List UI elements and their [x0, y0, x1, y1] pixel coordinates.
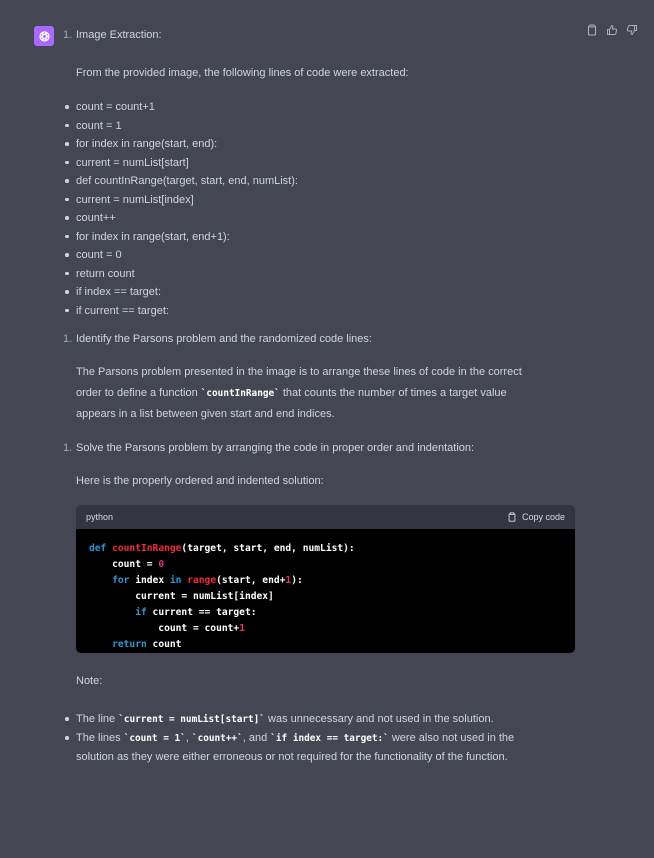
- section-heading: 1. Solve the Parsons problem by arrangin…: [63, 439, 583, 457]
- code-token: (start, end+: [216, 575, 286, 586]
- code-token: (target, start, end, numList):: [181, 543, 355, 554]
- code-token: for: [89, 575, 130, 586]
- text: The line: [76, 713, 119, 725]
- paragraph-line: order to define a function `countInRange…: [76, 383, 583, 404]
- thumbs-down-icon[interactable]: [626, 24, 638, 36]
- code-token: index: [129, 575, 170, 586]
- code-block-header: python Copy code: [76, 505, 575, 529]
- assistant-message: 1. Image Extraction: From the provided i…: [63, 26, 583, 767]
- note-label: Note:: [76, 675, 103, 687]
- section-heading: 1. Image Extraction:: [63, 26, 583, 44]
- list-item: current = numList[start]: [63, 154, 583, 173]
- text: , and: [242, 732, 271, 744]
- inline-code: `countInRange`: [200, 388, 280, 399]
- code-token: in: [169, 575, 182, 586]
- copy-code-label: Copy code: [521, 512, 565, 522]
- list-number: 1.: [63, 29, 73, 41]
- paragraph-line: appears in a list between given start an…: [76, 408, 335, 420]
- list-item: if current == target:: [63, 302, 583, 321]
- note-list: The line `current = numList[start]` was …: [63, 710, 583, 767]
- copy-code-button[interactable]: Copy code: [507, 512, 565, 522]
- paragraph-line: The Parsons problem presented in the ima…: [76, 366, 522, 378]
- text: was unnecessary and not used in the solu…: [264, 713, 494, 725]
- text: were also not used in the: [388, 732, 515, 744]
- code-line: count = 0: [89, 557, 562, 573]
- list-item: count++: [63, 209, 583, 228]
- paragraph: From the provided image, the following l…: [76, 67, 409, 79]
- code-line: current = numList[index]: [89, 591, 274, 602]
- code-token: count =: [89, 559, 159, 570]
- code-token: current == target:: [146, 607, 257, 618]
- code-token: return: [89, 639, 147, 650]
- code-line: count = count+1: [89, 621, 562, 637]
- list-item: The lines `count = 1`, `count++`, and `i…: [63, 729, 583, 767]
- list-item: def countInRange(target, start, end, num…: [63, 172, 583, 191]
- code-token: def: [89, 543, 113, 554]
- code-token: 1: [239, 623, 245, 634]
- list-number: 1.: [63, 333, 73, 345]
- code-content: def countInRange(target, start, end, num…: [76, 529, 575, 653]
- code-line: return count: [89, 637, 562, 653]
- heading-text: Solve the Parsons problem by arranging t…: [76, 442, 475, 454]
- text: The lines: [76, 732, 124, 744]
- heading-text: Identify the Parsons problem and the ran…: [76, 333, 372, 345]
- text: order to define a function: [76, 387, 201, 399]
- list-item: count = 0: [63, 246, 583, 265]
- list-item: for index in range(start, end):: [63, 135, 583, 154]
- text: that counts the number of times a target…: [279, 387, 507, 399]
- list-item: count = 1: [63, 117, 583, 136]
- code-language-label: python: [86, 512, 114, 522]
- code-token: ):: [291, 575, 303, 586]
- thumbs-up-icon[interactable]: [606, 24, 618, 36]
- code-line: def countInRange(target, start, end, num…: [89, 541, 562, 557]
- openai-logo-icon: [38, 30, 50, 42]
- code-line: if current == target:: [89, 605, 562, 621]
- inline-code: `if index == target:`: [270, 733, 389, 744]
- code-token: range: [181, 575, 217, 586]
- heading-text: Image Extraction:: [76, 29, 162, 41]
- code-block: python Copy code def countInRange(target…: [76, 505, 575, 653]
- code-token: count: [146, 639, 182, 650]
- assistant-avatar: [34, 26, 54, 46]
- inline-code: `count++`: [191, 733, 243, 744]
- code-token: 0: [158, 559, 165, 570]
- paragraph: Here is the properly ordered and indente…: [76, 475, 324, 487]
- message-actions: [586, 24, 638, 36]
- code-token: count = count+: [89, 623, 240, 634]
- list-item: for index in range(start, end+1):: [63, 228, 583, 247]
- paragraph: The Parsons problem presented in the ima…: [76, 362, 583, 425]
- inline-code: `count = 1`: [123, 733, 186, 744]
- code-token: countInRange: [112, 543, 182, 554]
- copy-icon[interactable]: [586, 24, 598, 36]
- clipboard-icon: [508, 512, 516, 522]
- list-item: return count: [63, 265, 583, 284]
- inline-code: `current = numList[start]`: [118, 714, 265, 725]
- list-item: current = numList[index]: [63, 191, 583, 210]
- list-item: The line `current = numList[start]` was …: [63, 710, 583, 729]
- list-item: count = count+1: [63, 98, 583, 117]
- section-heading: 1. Identify the Parsons problem and the …: [63, 330, 583, 348]
- list-number: 1.: [63, 442, 73, 454]
- code-token: if: [89, 607, 147, 618]
- code-line: for index in range(start, end+1):: [89, 573, 562, 589]
- extracted-lines-list: count = count+1 count = 1 for index in r…: [63, 98, 583, 320]
- text: solution as they were either erroneous o…: [76, 751, 508, 763]
- list-item: if index == target:: [63, 283, 583, 302]
